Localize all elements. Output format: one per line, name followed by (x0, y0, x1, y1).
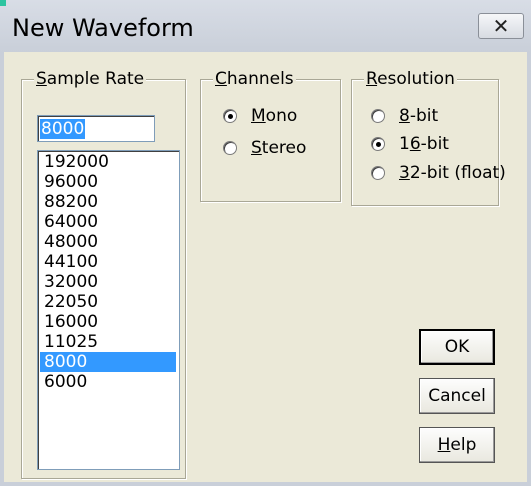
resolution-legend-text: esolution (377, 69, 455, 89)
sample-rate-option[interactable]: 16000 (40, 312, 176, 332)
radio-32-bit-float-indicator (371, 166, 385, 180)
help-label: elp (450, 435, 477, 455)
cancel-button[interactable]: Cancel (419, 378, 495, 414)
new-waveform-dialog: New Waveform ✕ Sample Rate 8000 192000 96… (0, 0, 531, 486)
channels-access-key: C (215, 69, 227, 89)
channels-legend-text: hannels (226, 69, 294, 89)
radio-mono-label: Mono (251, 106, 298, 126)
sample-rate-option[interactable]: 192000 (40, 152, 176, 172)
close-button[interactable]: ✕ (478, 13, 524, 39)
help-button[interactable]: Help (419, 427, 495, 463)
radio-16-bit-label: 16-bit (399, 134, 449, 154)
sample-rate-input-value: 8000 (40, 119, 86, 139)
sample-rate-legend-text: ample Rate (46, 69, 145, 89)
title-accent (0, 0, 6, 6)
resolution-legend: Resolution (364, 69, 457, 89)
radio-16-bit-indicator (371, 137, 385, 151)
resolution-access-key: R (366, 69, 378, 89)
radio-8-bit-indicator (371, 109, 385, 123)
dialog-body: Sample Rate 8000 192000 96000 88200 64000 48… (4, 53, 527, 482)
channels-legend: Channels (213, 69, 296, 89)
radio-mono[interactable]: Mono (223, 105, 297, 127)
sample-rate-option[interactable]: 48000 (40, 232, 176, 252)
sample-rate-option[interactable]: 6000 (40, 372, 176, 392)
radio-8-bit-label: 8-bit (399, 106, 439, 126)
sample-rate-option[interactable]: 8000 (40, 352, 176, 372)
sample-rate-option[interactable]: 32000 (40, 272, 176, 292)
radio-32-bit-float-label: 32-bit (float) (399, 163, 506, 183)
sample-rate-option[interactable]: 22050 (40, 292, 176, 312)
ok-button[interactable]: OK (419, 329, 495, 365)
sample-rate-option[interactable]: 64000 (40, 212, 176, 232)
close-icon: ✕ (492, 14, 510, 38)
sample-rate-option[interactable]: 88200 (40, 192, 176, 212)
radio-16-bit[interactable]: 16-bit (371, 133, 449, 155)
radio-stereo-indicator (223, 141, 237, 155)
help-access-key: H (437, 435, 451, 455)
sample-rate-option[interactable]: 96000 (40, 172, 176, 192)
radio-8-bit[interactable]: 8-bit (371, 105, 438, 127)
radio-stereo[interactable]: Stereo (223, 137, 306, 159)
title-bar[interactable]: New Waveform ✕ (0, 0, 531, 52)
radio-32-bit-float[interactable]: 32-bit (float) (371, 162, 506, 184)
sample-rate-option[interactable]: 44100 (40, 252, 176, 272)
sample-rate-option[interactable]: 11025 (40, 332, 176, 352)
window-frame-bottom (0, 482, 531, 486)
sample-rate-list[interactable]: 192000 96000 88200 64000 48000 44100 32000 2205… (37, 150, 180, 470)
window-frame-right (527, 52, 531, 486)
radio-stereo-label: Stereo (251, 138, 307, 158)
sample-rate-legend: Sample Rate (34, 69, 147, 89)
radio-mono-indicator (223, 109, 237, 123)
sample-rate-access-key: S (36, 69, 47, 89)
window-title: New Waveform (12, 14, 194, 42)
